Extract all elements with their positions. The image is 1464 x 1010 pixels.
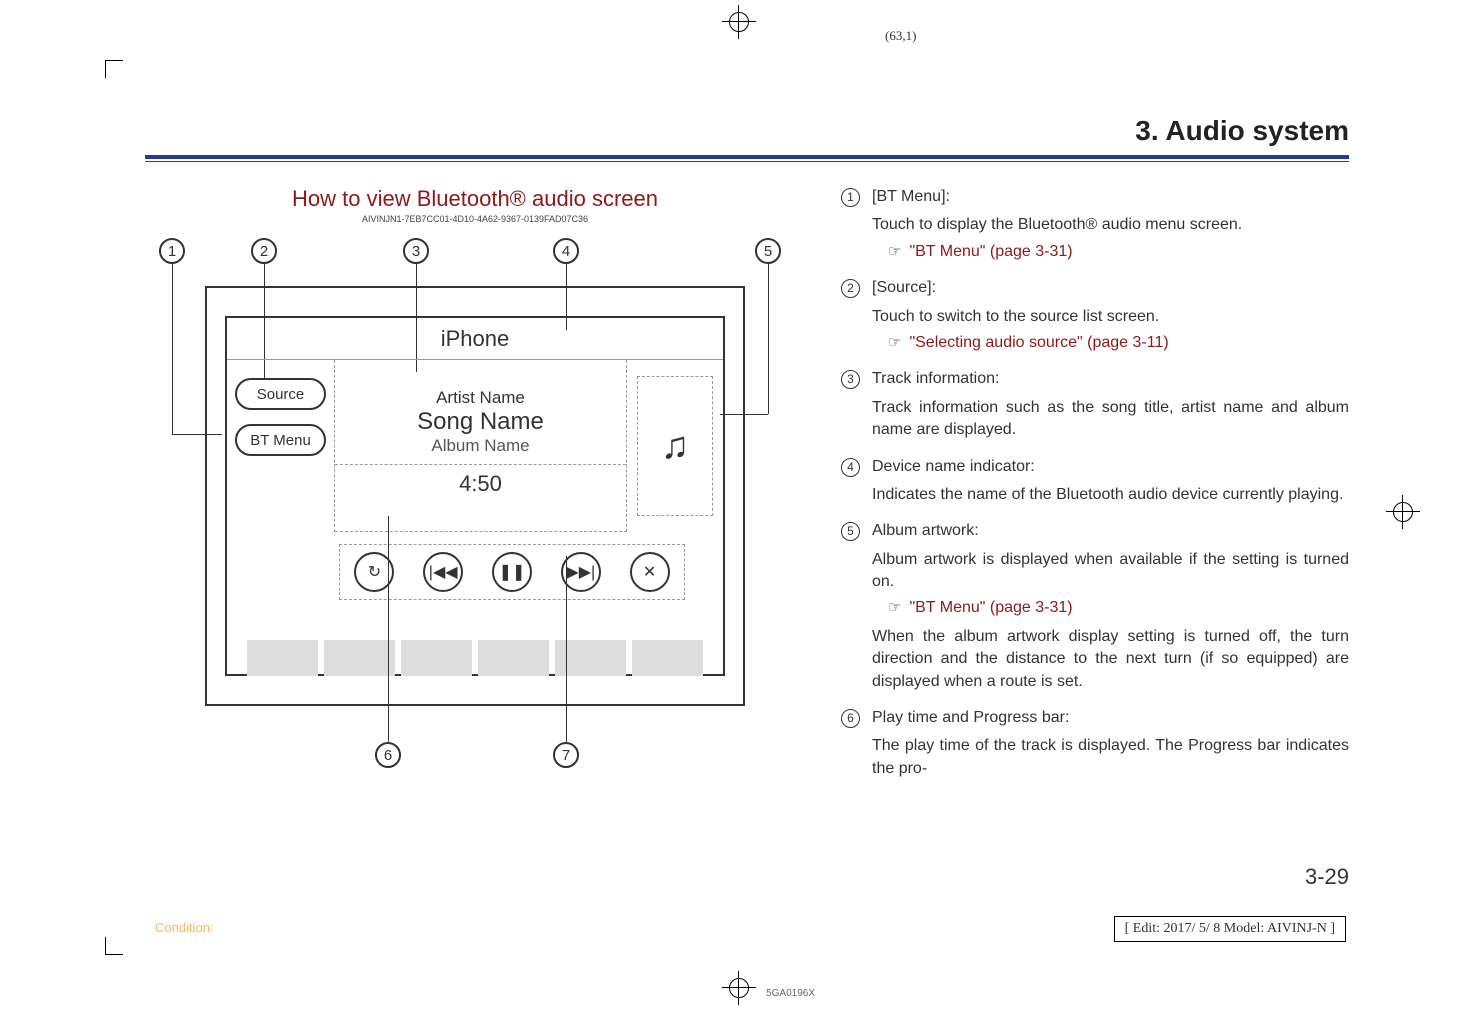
list-item: 6 Play time and Progress bar: The play t… (841, 707, 1349, 780)
bt-menu-button[interactable]: BT Menu (235, 424, 326, 456)
chapter-title: 3. Audio system (145, 115, 1349, 155)
item-title: [BT Menu]: (872, 186, 1349, 208)
figure-id: 5GA0196X (145, 988, 815, 999)
tab-placeholder[interactable] (401, 640, 472, 676)
source-button[interactable]: Source (235, 378, 326, 410)
crop-mark (105, 937, 123, 955)
list-item: 5 Album artwork: Album artwork is displa… (841, 520, 1349, 693)
leader-line (388, 516, 389, 742)
artist-name-label: Artist Name (436, 388, 525, 408)
tab-placeholder[interactable] (632, 640, 703, 676)
leader-line (768, 264, 769, 414)
item-description-extra: When the album artwork display setting i… (872, 626, 1349, 693)
page-coordinate: (63,1) (885, 28, 916, 44)
item-number: 4 (841, 458, 860, 477)
device-screen-frame: iPhone Source BT Menu Artist Name Song N… (205, 286, 745, 706)
tab-placeholder[interactable] (478, 640, 549, 676)
tab-placeholder[interactable] (324, 640, 395, 676)
cross-reference: "BT Menu" (page 3-31) (872, 597, 1349, 619)
bottom-tabs (247, 640, 703, 676)
edit-metadata: [ Edit: 2017/ 5/ 8 Model: AIVINJ-N ] (1114, 916, 1346, 942)
track-info-area: Artist Name Song Name Album Name 4:50 (335, 360, 627, 532)
item-description: Album artwork is displayed when availabl… (872, 549, 1349, 594)
pause-button[interactable]: ❚❚ (492, 552, 532, 592)
item-title: Device name indicator: (872, 456, 1349, 478)
divider-thick (145, 155, 1349, 159)
item-title: Track information: (872, 368, 1349, 390)
callout-3: 3 (403, 238, 429, 264)
crop-mark (105, 60, 123, 78)
device-name-bar: iPhone (227, 318, 723, 360)
previous-track-button[interactable]: |◀◀ (423, 552, 463, 592)
item-description: Indicates the name of the Bluetooth audi… (872, 484, 1349, 506)
list-item: 4 Device name indicator: Indicates the n… (841, 456, 1349, 507)
divider-thin (145, 161, 1349, 162)
cross-reference: "BT Menu" (page 3-31) (872, 241, 1349, 263)
item-number: 6 (841, 709, 860, 728)
page-number: 3-29 (1305, 864, 1349, 890)
item-description: Touch to display the Bluetooth® audio me… (872, 214, 1349, 236)
bluetooth-audio-figure: 1 2 3 4 5 iPhone Source (155, 238, 795, 768)
section-heading: How to view Bluetooth® audio screen (145, 186, 805, 212)
item-description: Track information such as the song title… (872, 397, 1349, 442)
callout-5: 5 (755, 238, 781, 264)
shuffle-button[interactable]: ✕ (630, 552, 670, 592)
pointer-icon (888, 332, 903, 354)
pointer-icon (888, 241, 903, 263)
cross-reference: "Selecting audio source" (page 3-11) (872, 332, 1349, 354)
pointer-icon (888, 597, 903, 619)
album-artwork-placeholder: ♫ (637, 376, 713, 516)
callout-1: 1 (159, 238, 185, 264)
playback-controls: ↻ |◀◀ ❚❚ ▶▶| ✕ (339, 544, 685, 600)
item-description: The play time of the track is displayed.… (872, 735, 1349, 780)
item-number: 3 (841, 370, 860, 389)
callout-6: 6 (375, 742, 401, 768)
item-title: Album artwork: (872, 520, 1349, 542)
condition-label: Condition: (155, 920, 214, 935)
list-item: 3 Track information: Track information s… (841, 368, 1349, 441)
item-number: 2 (841, 279, 860, 298)
item-number: 5 (841, 522, 860, 541)
description-list: 1 [BT Menu]: Touch to display the Blueto… (841, 186, 1349, 780)
item-description: Touch to switch to the source list scree… (872, 306, 1349, 328)
callout-7: 7 (553, 742, 579, 768)
item-title: Play time and Progress bar: (872, 707, 1349, 729)
list-item: 2 [Source]: Touch to switch to the sourc… (841, 277, 1349, 354)
registration-mark-top (722, 5, 756, 39)
leader-line (566, 556, 567, 742)
callout-4: 4 (553, 238, 579, 264)
item-title: [Source]: (872, 277, 1349, 299)
list-item: 1 [BT Menu]: Touch to display the Blueto… (841, 186, 1349, 263)
guid-code: AIVINJN1-7EB7CC01-4D10-4A62-9367-0139FAD… (145, 214, 805, 224)
registration-mark-right (1386, 495, 1420, 529)
play-time-label: 4:50 (335, 464, 626, 503)
album-name-label: Album Name (431, 436, 529, 456)
callout-2: 2 (251, 238, 277, 264)
music-note-icon: ♫ (661, 425, 690, 468)
song-name-label: Song Name (417, 408, 544, 436)
tab-placeholder[interactable] (247, 640, 318, 676)
item-number: 1 (841, 188, 860, 207)
leader-line (172, 264, 173, 434)
